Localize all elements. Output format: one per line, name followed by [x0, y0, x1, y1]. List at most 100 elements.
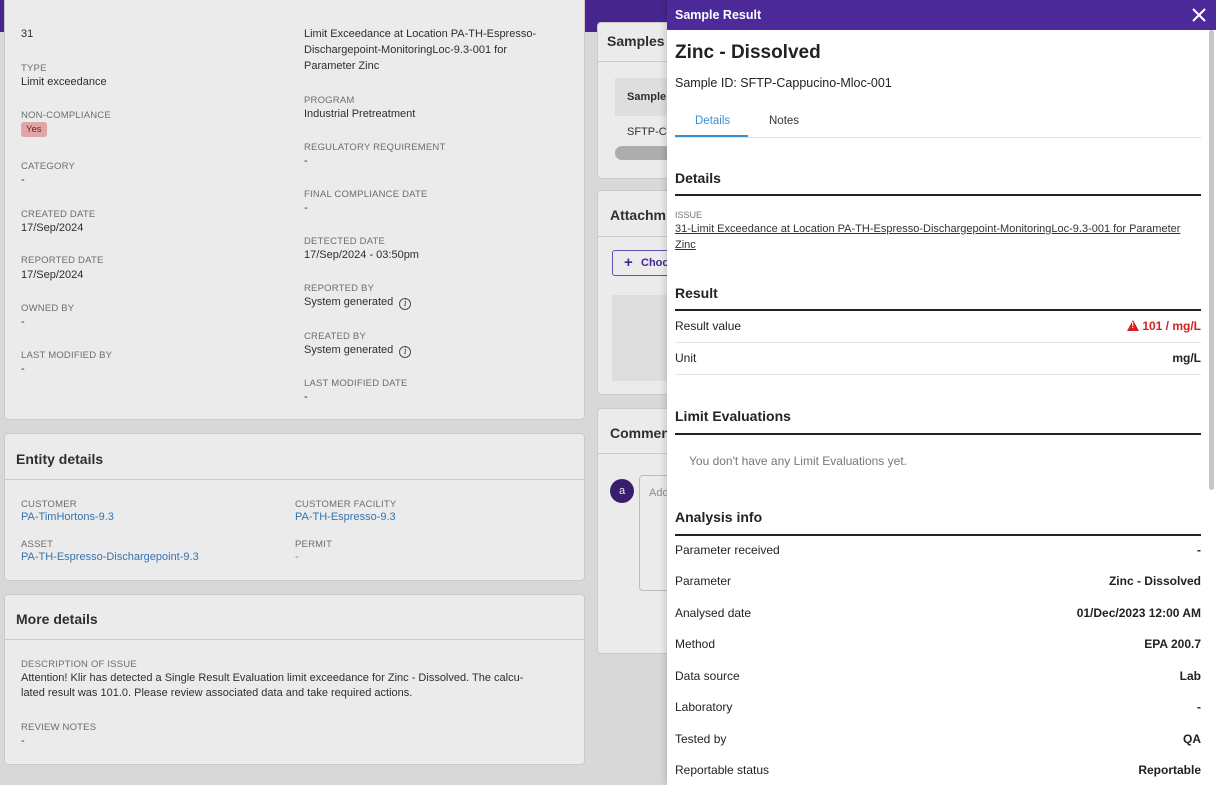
- more-details-title: More details: [16, 611, 98, 627]
- issue-title-line-3: Parameter Zinc: [304, 60, 380, 72]
- analysis-row: Parameter received -: [675, 535, 1201, 567]
- analysis-value: Reportable: [1138, 763, 1201, 777]
- info-icon[interactable]: i: [399, 298, 412, 310]
- result-section-title: Result: [675, 285, 718, 301]
- type-label: TYPE: [21, 63, 47, 74]
- final-compliance-label: FINAL COMPLIANCE DATE: [304, 189, 428, 200]
- asset-link[interactable]: PA-TH-Espresso-Dischargepoint-9.3: [21, 550, 199, 565]
- drawer-tabs: Details Notes: [675, 110, 1201, 138]
- result-value-text: 101 / mg/L: [1142, 319, 1201, 333]
- detected-date-label: DETECTED DATE: [304, 236, 386, 247]
- limit-empty-message: You don't have any Limit Evaluations yet…: [689, 454, 907, 468]
- divider: [5, 479, 584, 480]
- analysis-value: EPA 200.7: [1144, 637, 1201, 651]
- noncompliance-badge: Yes: [21, 122, 47, 137]
- tab-details[interactable]: Details: [695, 115, 730, 127]
- sample-result-drawer: Sample Result Zinc - Dissolved Sample ID…: [667, 0, 1216, 785]
- type-value: Limit exceedance: [21, 76, 107, 88]
- analysis-value: -: [1197, 543, 1201, 557]
- details-section-title: Details: [675, 170, 721, 186]
- close-icon: [1192, 8, 1206, 22]
- issue-title-line-1: Limit Exceedance at Location PA-TH-Espre…: [304, 28, 537, 40]
- issue-details-card: 31 Limit Exceedance at Location PA-TH-Es…: [4, 0, 585, 420]
- permit-label: PERMIT: [295, 539, 333, 550]
- description-line-2: lated result was 101.0. Please review as…: [21, 687, 413, 699]
- analysis-key: Reportable status: [675, 763, 770, 777]
- permit-value: -: [295, 551, 299, 563]
- asset-label: ASSET: [21, 539, 54, 550]
- analysis-row: Analysed date 01/Dec/2023 12:00 AM: [675, 598, 1201, 630]
- issue-link-line-2: Zinc: [675, 238, 696, 251]
- reported-by-value: System generated: [304, 296, 394, 308]
- samples-row-cell[interactable]: SFTP-Ca: [627, 125, 673, 140]
- analysis-row: Method EPA 200.7: [675, 629, 1201, 661]
- analysis-key: Parameter received: [675, 543, 780, 557]
- close-button[interactable]: [1188, 4, 1210, 26]
- active-tab-indicator: [675, 135, 748, 137]
- info-icon[interactable]: i: [399, 346, 412, 358]
- review-notes-label: REVIEW NOTES: [21, 722, 97, 733]
- description-line-1: Attention! Klir has detected a Single Re…: [21, 672, 524, 684]
- review-notes-value: -: [21, 735, 25, 747]
- divider: [5, 639, 584, 640]
- issue-link[interactable]: 31-Limit Exceedance at Location PA-TH-Es…: [675, 222, 1201, 253]
- analysis-value: QA: [1183, 732, 1201, 746]
- plus-icon: +: [624, 254, 633, 271]
- last-modified-date-label: LAST MODIFIED DATE: [304, 378, 408, 389]
- analysis-key: Data source: [675, 669, 740, 683]
- attachments-title: Attachm: [610, 207, 667, 223]
- unit-label: Unit: [675, 351, 697, 365]
- comments-title: Commen: [610, 425, 670, 441]
- last-modified-date-value: -: [304, 391, 308, 403]
- detected-date-value: 17/Sep/2024 - 03:50pm: [304, 249, 419, 261]
- noncompliance-label: NON-COMPLIANCE: [21, 110, 111, 121]
- comment-placeholder: Add: [649, 487, 669, 499]
- created-date-value: 17/Sep/2024: [21, 222, 84, 234]
- issue-link-line-1: 31-Limit Exceedance at Location PA-TH-Es…: [675, 223, 1181, 235]
- analysis-key: Parameter: [675, 574, 732, 588]
- program-value: Industrial Pretreatment: [304, 108, 416, 120]
- analysis-key: Laboratory: [675, 700, 733, 714]
- samples-header-cell: Sample: [627, 91, 667, 103]
- owned-by-value: -: [21, 316, 25, 328]
- drawer-scrollbar[interactable]: [1209, 30, 1214, 490]
- section-divider: [675, 194, 1201, 196]
- reported-by-label: REPORTED BY: [304, 283, 375, 294]
- reported-date-value: 17/Sep/2024: [21, 269, 84, 281]
- analysis-key: Analysed date: [675, 606, 752, 620]
- samples-title: Samples: [607, 33, 665, 49]
- reg-req-label: REGULATORY REQUIREMENT: [304, 142, 446, 153]
- issue-label: ISSUE: [675, 210, 703, 220]
- entity-details-title: Entity details: [16, 451, 104, 467]
- analysis-value: -: [1197, 700, 1201, 714]
- last-modified-by-label: LAST MODIFIED BY: [21, 350, 113, 361]
- category-label: CATEGORY: [21, 161, 76, 172]
- description-label: DESCRIPTION OF ISSUE: [21, 659, 137, 670]
- facility-link[interactable]: PA-TH-Espresso-9.3: [295, 510, 396, 525]
- issue-id: 31: [21, 28, 34, 40]
- sample-id: Sample ID: SFTP-Cappucino-Mloc-001: [675, 76, 892, 90]
- drawer-header: Sample Result: [667, 0, 1216, 30]
- unit-row: Unit mg/L: [675, 343, 1201, 375]
- warning-icon: [1127, 320, 1140, 331]
- customer-link[interactable]: PA-TimHortons-9.3: [21, 510, 114, 525]
- limit-section-title: Limit Evaluations: [675, 408, 791, 424]
- created-by-row: System generated i: [304, 343, 412, 358]
- analysis-row: Parameter Zinc - Dissolved: [675, 566, 1201, 598]
- avatar: a: [610, 479, 634, 503]
- result-value-label: Result value: [675, 319, 742, 333]
- tab-notes[interactable]: Notes: [769, 115, 799, 127]
- sample-title: Zinc - Dissolved: [675, 42, 821, 63]
- result-value: 101 / mg/L: [1127, 319, 1201, 333]
- reported-date-label: REPORTED DATE: [21, 255, 104, 266]
- final-compliance-value[interactable]: -: [304, 201, 308, 216]
- analysis-value: 01/Dec/2023 12:00 AM: [1076, 606, 1201, 620]
- result-value-row: Result value 101 / mg/L: [675, 311, 1201, 343]
- created-date-label: CREATED DATE: [21, 209, 96, 220]
- program-label: PROGRAM: [304, 95, 355, 106]
- customer-label: CUSTOMER: [21, 499, 77, 510]
- entity-details-card: Entity details CUSTOMER PA-TimHortons-9.…: [4, 433, 585, 581]
- drawer-header-title: Sample Result: [675, 8, 762, 22]
- analysis-row: Laboratory -: [675, 692, 1201, 724]
- analysis-key: Tested by: [675, 732, 727, 746]
